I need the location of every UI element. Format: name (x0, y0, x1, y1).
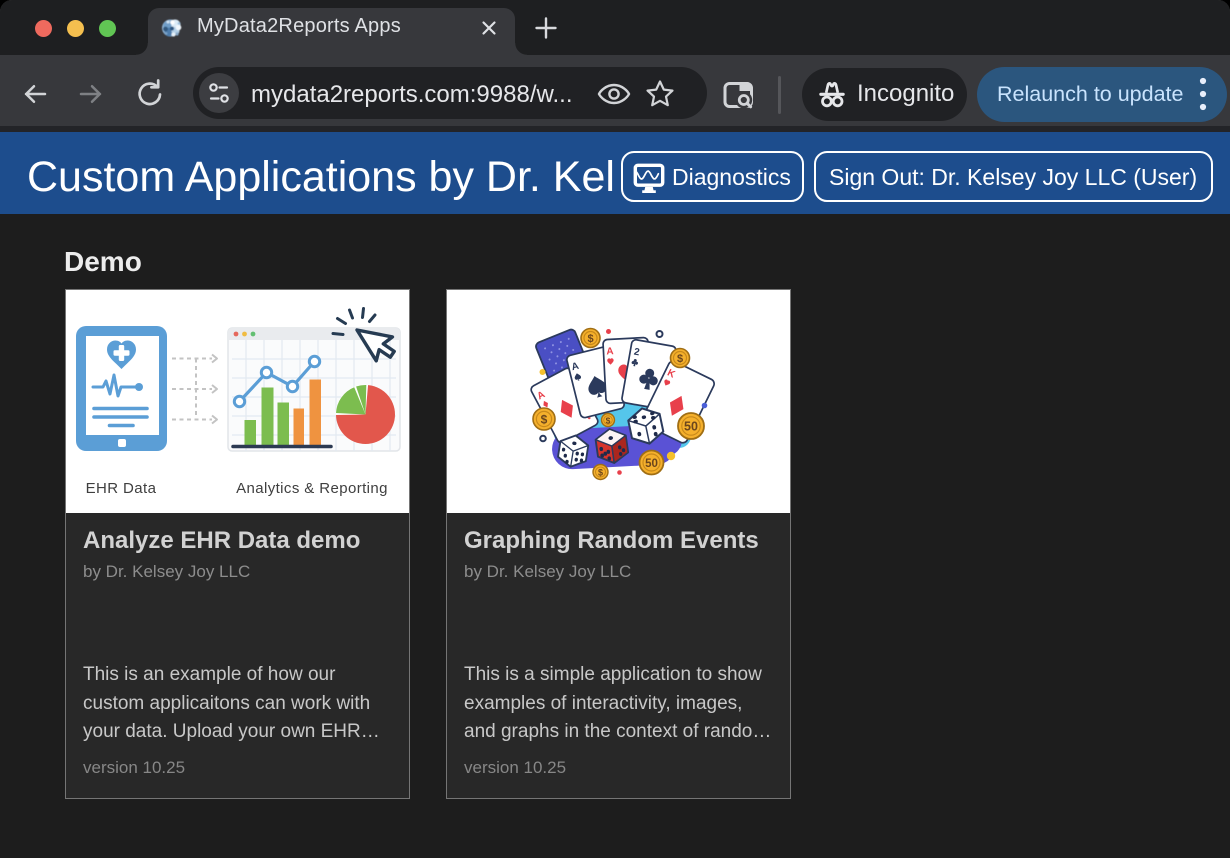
svg-text:50: 50 (684, 420, 698, 434)
svg-text:Analytics & Reporting: Analytics & Reporting (236, 480, 388, 497)
svg-text:A: A (606, 346, 614, 357)
svg-text:EHR Data: EHR Data (86, 480, 157, 497)
svg-text:$: $ (598, 468, 603, 478)
svg-text:50: 50 (645, 458, 658, 470)
svg-text:$: $ (541, 413, 548, 427)
svg-text:$: $ (677, 353, 683, 365)
svg-text:$: $ (587, 333, 593, 345)
svg-text:$: $ (606, 416, 611, 426)
